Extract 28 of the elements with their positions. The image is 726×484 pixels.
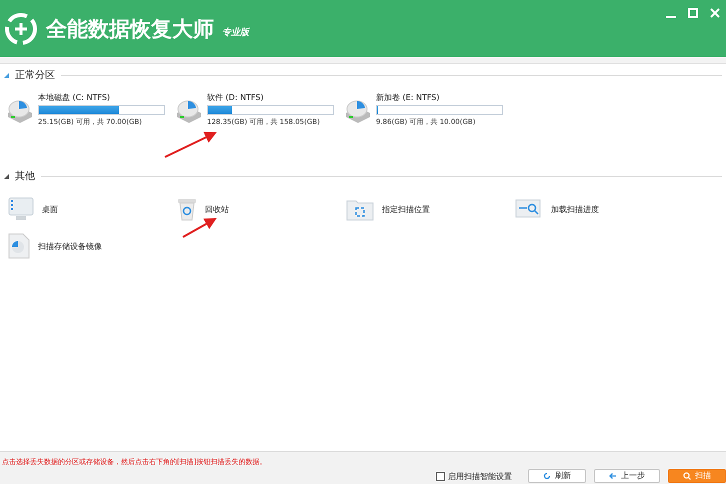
refresh-icon bbox=[543, 472, 551, 480]
edition-label: 专业版 bbox=[222, 26, 249, 39]
magnifier-window-icon bbox=[515, 198, 543, 220]
app-logo-icon bbox=[4, 12, 38, 46]
monitor-icon bbox=[8, 197, 34, 221]
smart-settings-checkbox[interactable]: 启用扫描智能设置 bbox=[436, 470, 512, 482]
location-item[interactable]: 扫描存储设备镜像 bbox=[38, 240, 102, 252]
location-item[interactable]: 加载扫描进度 bbox=[551, 204, 599, 214]
trash-bin-icon bbox=[177, 197, 197, 221]
app-title: 全能数据恢复大师 bbox=[46, 16, 214, 42]
drive-name[interactable]: 软件 (D: NTFS) bbox=[207, 92, 334, 103]
close-icon[interactable] bbox=[710, 8, 720, 18]
location-item[interactable]: 回收站 bbox=[205, 204, 229, 214]
location-item[interactable]: 桌面 bbox=[42, 204, 58, 214]
search-icon bbox=[683, 472, 691, 480]
annotation-arrow bbox=[164, 132, 217, 158]
drive-name[interactable]: 本地磁盘 (C: NTFS) bbox=[38, 92, 165, 103]
refresh-button[interactable]: 刷新 bbox=[528, 469, 586, 483]
drive-name[interactable]: 新加卷 (E: NTFS) bbox=[376, 92, 503, 103]
section-header: 正常分区 bbox=[15, 68, 55, 82]
disc-file-icon bbox=[8, 233, 30, 259]
left-arrow-icon bbox=[609, 472, 617, 480]
back-button[interactable]: 上一步 bbox=[594, 469, 660, 483]
location-item[interactable]: 指定扫描位置 bbox=[382, 204, 430, 214]
collapse-triangle-icon[interactable] bbox=[4, 174, 9, 178]
annotation-arrow bbox=[182, 218, 217, 238]
section-header: 其他 bbox=[15, 170, 35, 183]
maximize-icon[interactable] bbox=[688, 8, 698, 18]
